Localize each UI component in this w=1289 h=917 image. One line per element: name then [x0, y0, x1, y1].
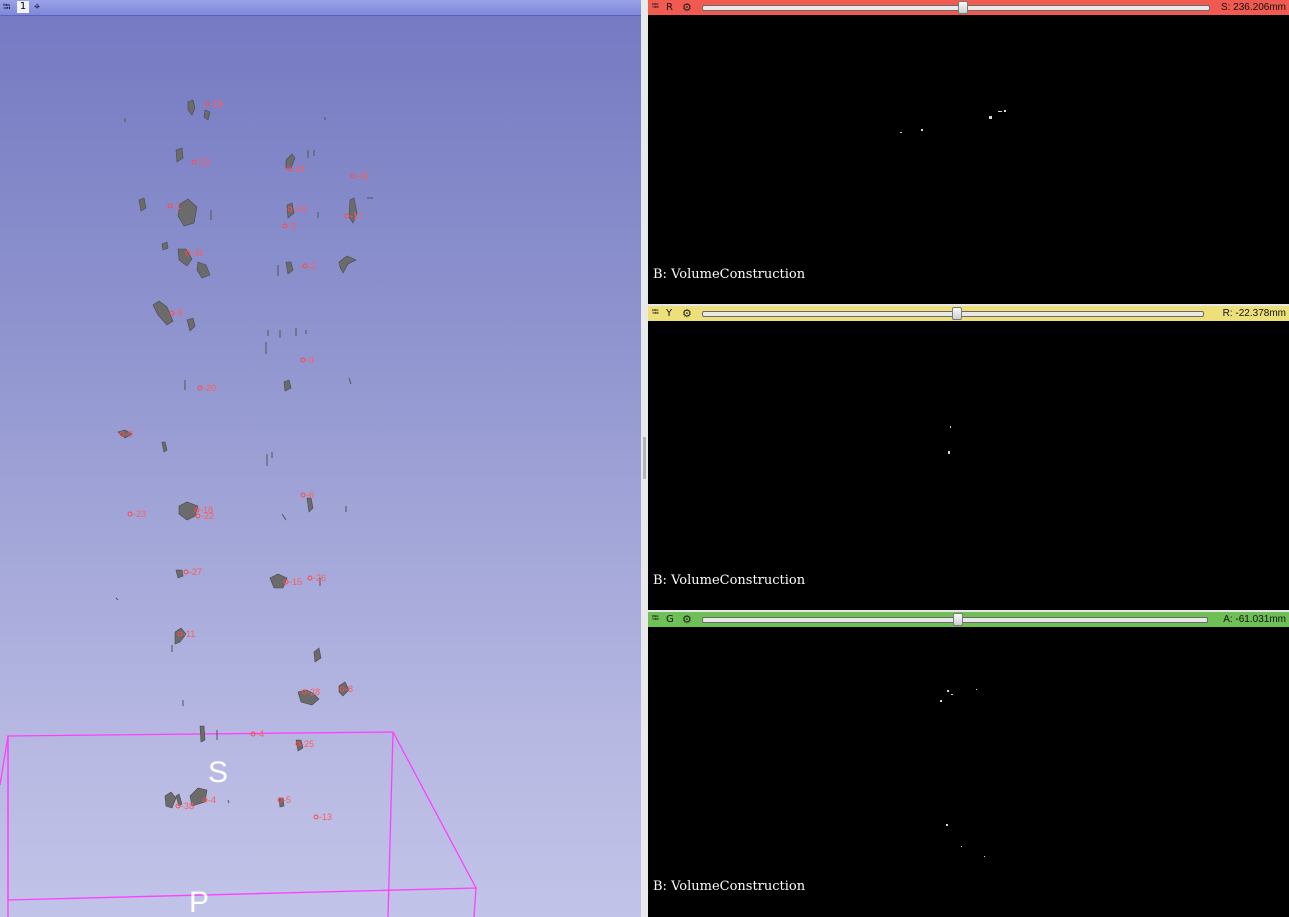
fiducial-label: -17 — [350, 211, 363, 221]
fiducial-label: -1 — [173, 201, 181, 211]
bounding-box — [0, 731, 478, 917]
fiducial-label: -23 — [133, 509, 146, 519]
slice-offset-slider[interactable] — [702, 307, 1204, 320]
slice-controller-bar-yellow: ⭾ Y ⚙ R: -22.378mm — [648, 306, 1289, 321]
fiducial-point[interactable] — [307, 575, 313, 581]
center-view-icon[interactable]: ⌖ — [34, 1, 40, 13]
fiducial-label: -38 — [181, 801, 194, 811]
slice-view-green[interactable]: ⭾ G ⚙ A: -61.031mm B: VolumeConstruction — [648, 612, 1289, 917]
slice-offset-slider[interactable] — [702, 1, 1210, 14]
settings-icon[interactable]: ⚙ — [682, 612, 692, 627]
fiducial-point[interactable] — [313, 814, 319, 820]
fiducial-label: -20 — [203, 383, 216, 393]
fiducial-label: -11 — [183, 629, 195, 639]
orientation-label-superior: S — [208, 756, 229, 789]
slice-controller-bar-red: ⭾ R ⚙ S: 236.206mm — [648, 0, 1289, 15]
3d-view-controller-bar: ⭾ 1 ⌖ — [0, 0, 641, 16]
fiducial-label: -26 — [313, 573, 326, 583]
fiducial-label: -18 — [210, 99, 223, 109]
fiducial-label: -3 — [288, 221, 296, 231]
settings-icon[interactable]: ⚙ — [682, 0, 692, 15]
slider-handle[interactable] — [958, 1, 968, 14]
slice-letter: Y — [666, 308, 673, 319]
fiducial-point[interactable] — [300, 492, 306, 498]
slice-letter: G — [666, 614, 674, 625]
slice-view-red[interactable]: ⭾ R ⚙ S: 236.206mm B: VolumeConstruction — [648, 0, 1289, 304]
fiducial-label: -8 — [345, 684, 353, 694]
slice-controller-bar-green: ⭾ G ⚙ A: -61.031mm — [648, 612, 1289, 627]
fiducial-label: -13 — [319, 812, 332, 822]
fiducial-point[interactable] — [195, 513, 201, 519]
fiducial-markers[interactable]: -18 -29 -24 -32 -1 -14 -3 -17 -31 -2 -9 -4 -20 -9 -23 -… — [119, 99, 369, 822]
fiducial-label: -6 — [306, 490, 314, 500]
fiducial-label: -25 — [301, 739, 314, 749]
background-volume-label: B: VolumeConstruction — [653, 879, 806, 894]
fiducial-label: -4 — [306, 355, 314, 365]
pin-icon[interactable]: ⭾ — [652, 612, 659, 627]
pin-icon[interactable]: ⭾ — [652, 0, 659, 15]
background-volume-label: B: VolumeConstruction — [653, 267, 806, 282]
fiducial-label: -31 — [191, 248, 204, 258]
fiducial-point[interactable] — [302, 263, 308, 269]
slider-handle[interactable] — [952, 307, 962, 320]
fiducial-label: -9 — [125, 429, 133, 439]
slice-offset-slider[interactable] — [702, 613, 1208, 626]
fiducial-label: -2 — [308, 261, 316, 271]
fiducial-point[interactable] — [350, 173, 356, 179]
slice-offset-value: S: 236.206mm — [1220, 2, 1286, 13]
fiducial-label: -28 — [307, 687, 320, 697]
segment-specks — [115, 117, 373, 804]
fiducial-point[interactable] — [169, 310, 175, 316]
fiducial-point[interactable] — [167, 203, 173, 209]
fiducial-point[interactable] — [183, 569, 189, 575]
settings-icon[interactable]: ⚙ — [682, 306, 692, 321]
splitter-handle[interactable] — [643, 437, 646, 479]
view-splitter[interactable] — [641, 0, 648, 917]
fiducial-label: -15 — [289, 577, 302, 587]
fiducial-label: -29 — [197, 157, 210, 167]
fiducial-point[interactable] — [282, 223, 288, 229]
fiducial-label: -22 — [201, 511, 214, 521]
3d-scene[interactable]: -18 -29 -24 -32 -1 -14 -3 -17 -31 -2 -9 -4 -20 -9 -23 -… — [0, 0, 641, 917]
fiducial-label: -9 — [175, 308, 183, 318]
pin-icon[interactable]: ⭾ — [3, 0, 11, 15]
fiducial-point[interactable] — [344, 213, 350, 219]
segment-particles — [117, 99, 358, 809]
fiducial-label: -4 — [256, 729, 264, 739]
fiducial-point[interactable] — [197, 385, 203, 391]
orientation-label-posterior: P — [189, 886, 210, 917]
fiducial-point[interactable] — [127, 511, 133, 517]
fiducial-label: -14 — [293, 204, 306, 214]
slice-offset-value: A: -61.031mm — [1223, 614, 1286, 625]
pin-icon[interactable]: ⭾ — [652, 306, 659, 321]
fiducial-point[interactable] — [300, 357, 306, 363]
view-number-label: 1 — [17, 1, 29, 13]
slider-handle[interactable] — [953, 613, 963, 626]
slice-view-yellow[interactable]: ⭾ Y ⚙ R: -22.378mm B: VolumeConstruction — [648, 306, 1289, 610]
fiducial-label: -32 — [356, 171, 369, 181]
fiducial-label: -5 — [283, 795, 291, 805]
fiducial-label: -24 — [292, 164, 305, 174]
fiducial-point[interactable] — [191, 159, 197, 165]
fiducial-label: -4 — [208, 795, 216, 805]
slice-offset-value: R: -22.378mm — [1222, 308, 1286, 319]
slice-letter: R — [666, 2, 673, 13]
3d-view[interactable]: -18 -29 -24 -32 -1 -14 -3 -17 -31 -2 -9 -4 -20 -9 -23 -… — [0, 0, 641, 917]
background-volume-label: B: VolumeConstruction — [653, 573, 806, 588]
fiducial-point[interactable] — [204, 101, 210, 107]
fiducial-label: -27 — [189, 567, 202, 577]
